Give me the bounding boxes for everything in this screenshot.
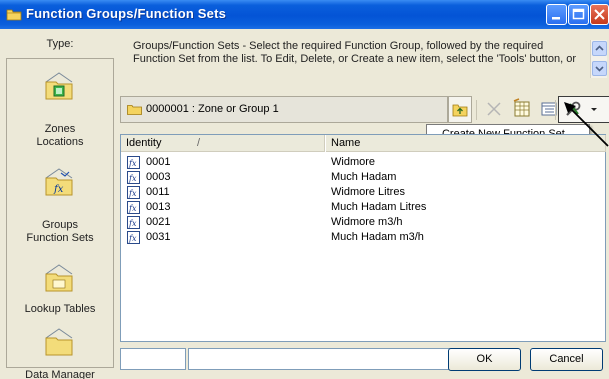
svg-text:fx: fx (53, 184, 64, 195)
description-scrollbar[interactable] (590, 40, 607, 78)
list-row[interactable]: fx 0031 Much Hadam m3/h (121, 230, 607, 245)
minimize-icon (552, 17, 560, 20)
function-groups-window: Function Groups/Function Sets Type: Zone… (0, 0, 609, 379)
chevron-down-icon (595, 66, 604, 72)
column-header-identity[interactable]: Identity / (121, 135, 325, 152)
column-header-label: Name (331, 137, 361, 149)
row-identity: 0021 (146, 216, 171, 228)
maximize-icon (572, 8, 585, 20)
close-button[interactable] (590, 4, 609, 25)
delete-icon (487, 102, 501, 116)
type-item-lookup[interactable]: Lookup Tables (7, 263, 113, 319)
column-header-label: Identity (126, 137, 162, 149)
type-item-zones[interactable]: Zones Locations (7, 71, 113, 151)
up-folder-button[interactable] (448, 96, 472, 123)
function-set-icon: fx (127, 171, 140, 184)
row-name: Much Hadam (331, 171, 397, 183)
function-set-icon: fx (127, 231, 140, 244)
minimize-button[interactable] (546, 4, 567, 25)
lookup-folder-icon (45, 264, 73, 292)
list-row[interactable]: fx 0003 Much Hadam (121, 170, 607, 185)
description-text: Groups/Function Sets - Select the requir… (133, 40, 576, 65)
function-set-icon: fx (127, 216, 140, 229)
table-icon (513, 98, 530, 117)
function-folder-icon: fx (45, 168, 73, 196)
list-row[interactable]: fx 0001 Widmore (121, 155, 607, 170)
row-name: Widmore Litres (331, 186, 405, 198)
row-identity: 0011 (146, 186, 170, 198)
function-set-list: Identity / Name fx 0001 Widmore fx 0003 … (120, 134, 606, 342)
row-name: Much Hadam m3/h (331, 231, 424, 243)
row-identity: 0013 (146, 201, 171, 213)
title-bar[interactable]: Function Groups/Function Sets (0, 0, 609, 29)
path-value: 0000001 : Zone or Group 1 (146, 103, 279, 115)
type-panel: Type: Zones Locations fx Groups Function… (6, 38, 114, 379)
type-item-label: Zones Locations (36, 123, 84, 148)
data-manager-folder-icon (45, 328, 73, 356)
type-item-data-manager[interactable]: Data Manager (7, 327, 113, 379)
selected-name-field[interactable] (188, 348, 456, 370)
type-item-groups[interactable]: fx Groups Function Sets (7, 167, 113, 249)
scroll-down-button[interactable] (592, 61, 607, 76)
chevron-up-icon (595, 45, 604, 51)
folder-icon (127, 105, 142, 115)
row-name: Widmore (331, 156, 376, 168)
sort-indicator: / (197, 137, 201, 149)
row-identity: 0031 (146, 231, 171, 243)
row-identity: 0003 (146, 171, 171, 183)
pointer-arrow-icon (564, 102, 609, 147)
toolbar-separator (555, 100, 556, 120)
svg-text:fx: fx (128, 174, 137, 183)
svg-text:fx: fx (128, 159, 137, 168)
type-list: Zones Locations fx Groups Function Sets … (6, 58, 114, 379)
type-item-label: Data Manager (25, 369, 95, 379)
up-folder-icon (452, 104, 468, 117)
window-title: Function Groups/Function Sets (26, 6, 227, 21)
current-group-path[interactable]: 0000001 : Zone or Group 1 (120, 96, 448, 123)
close-icon (594, 9, 605, 20)
function-set-icon: fx (127, 201, 140, 214)
function-set-icon: fx (127, 186, 140, 199)
function-set-icon: fx (127, 156, 140, 169)
list-row[interactable]: fx 0011 Widmore Litres (121, 185, 607, 200)
cancel-button[interactable]: Cancel (530, 348, 603, 371)
svg-text:fx: fx (128, 219, 137, 228)
scroll-up-button[interactable] (592, 41, 607, 56)
row-identity: 0001 (146, 156, 171, 168)
zones-folder-icon (45, 72, 73, 100)
type-label: Type: (46, 38, 74, 50)
svg-text:fx: fx (128, 189, 137, 198)
ok-button[interactable]: OK (448, 348, 521, 371)
row-name: Much Hadam Litres (331, 201, 427, 213)
svg-text:fx: fx (128, 204, 137, 213)
type-item-label: Lookup Tables (24, 303, 96, 315)
maximize-button[interactable] (568, 4, 589, 25)
folder-icon (6, 9, 22, 21)
delete-button[interactable] (482, 96, 506, 123)
list-row[interactable]: fx 0013 Much Hadam Litres (121, 200, 607, 215)
list-row[interactable]: fx 0021 Widmore m3/h (121, 215, 607, 230)
toolbar-separator (476, 100, 477, 120)
edit-table-button[interactable] (510, 96, 534, 123)
row-name: Widmore m3/h (331, 216, 403, 228)
type-item-label: Groups Function Sets (26, 219, 94, 244)
selected-identity-field[interactable] (120, 348, 186, 370)
svg-text:fx: fx (128, 234, 137, 243)
